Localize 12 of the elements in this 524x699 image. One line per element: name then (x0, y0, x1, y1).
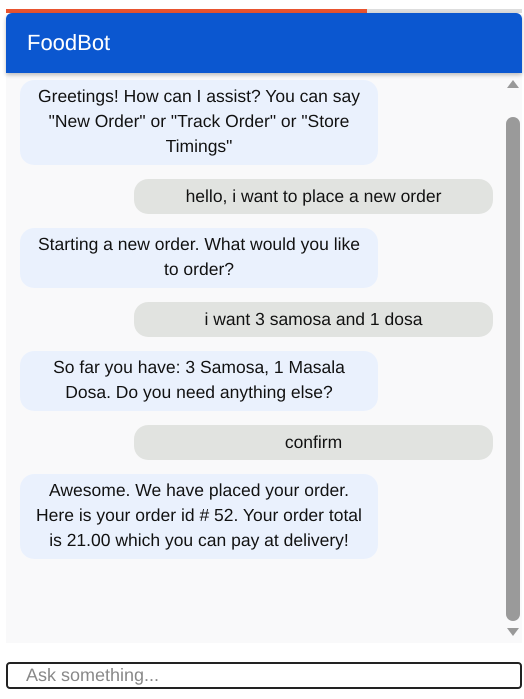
message-input[interactable]: Ask something... (6, 662, 522, 689)
bot-message: Awesome. We have placed your order. Here is your order id # 52. Your order total is 21.00 which you can pay at delivery! (20, 474, 378, 559)
chat-header: FoodBot (6, 13, 522, 73)
bot-message: Greetings! How can I assist? You can say "New Order" or "Track Order" or "Store Timings" (20, 80, 378, 165)
user-message: i want 3 samosa and 1 dosa (134, 302, 493, 337)
bot-message: So far you have: 3 Samosa, 1 Masala Dosa. Do you need anything else? (20, 351, 378, 411)
user-message: confirm (134, 425, 493, 460)
scrollbar-thumb[interactable] (506, 117, 520, 621)
scroll-up-icon[interactable] (506, 79, 520, 89)
bot-message: Starting a new order. What would you like to order? (20, 228, 378, 288)
user-message: hello, i want to place a new order (134, 179, 493, 214)
scroll-down-icon[interactable] (506, 627, 520, 637)
